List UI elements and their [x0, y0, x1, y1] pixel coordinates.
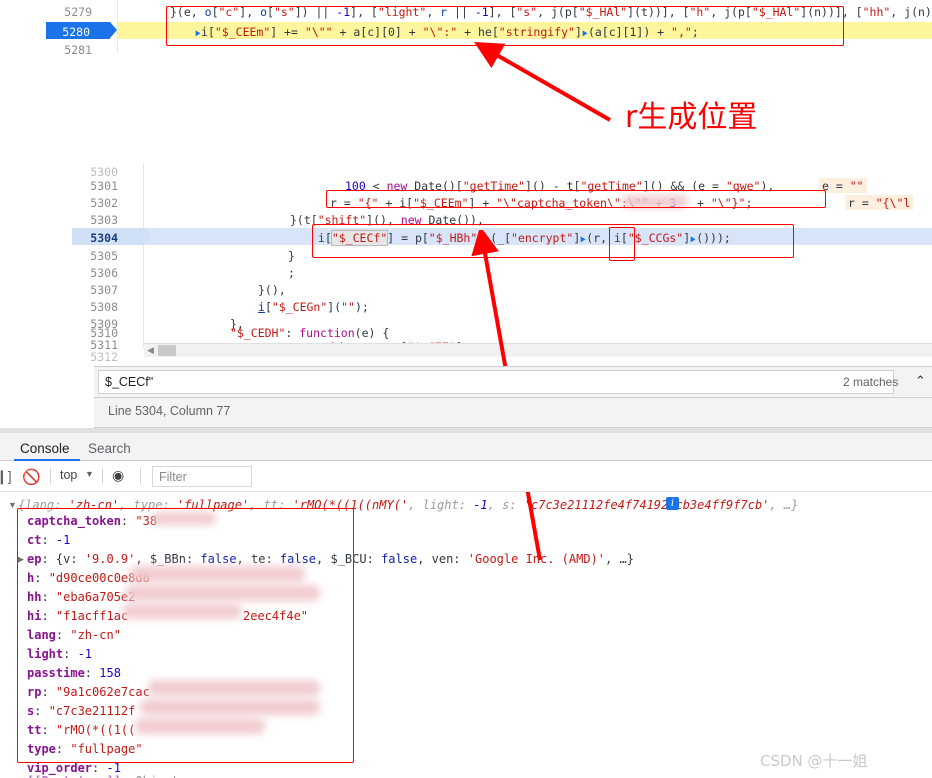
editor-status-bar: Line 5304, Column 77 [94, 398, 932, 428]
sidebar-toggle-icon[interactable]: ❙] [0, 468, 12, 485]
devtools-screenshot: 5279 }(e, o["c"], o["s"]) || -1], ["ligh… [0, 0, 932, 778]
console-property-row[interactable]: lang: "zh-cn" [27, 626, 121, 645]
code-line: }(), [258, 283, 286, 297]
code-line-active: ▶i["$_CEEm"] += "\"" + a[c][0] + "\":" +… [195, 24, 699, 41]
console-property-tail: 2eec4f4e" [243, 609, 309, 623]
console-property-row[interactable]: tt: "rMO(*((1(( [27, 721, 135, 740]
search-input[interactable]: $_CECf" [98, 370, 894, 394]
line-number: 5303 [90, 213, 118, 227]
info-icon[interactable]: i [666, 497, 679, 510]
search-match-count: 2 matches [843, 375, 899, 389]
cursor-position-label: Line 5304, Column 77 [108, 404, 231, 418]
redaction-smudge [148, 680, 320, 696]
console-property-row[interactable]: rp: "9a1c062e7cac [27, 683, 150, 702]
line-number: 5306 [90, 266, 118, 280]
console-property-row[interactable]: hh: "eba6a705e2 [27, 588, 135, 607]
watermark: CSDN @十一姐 [760, 752, 868, 770]
console-property-row[interactable]: captcha_token: "38 [27, 512, 157, 531]
redaction-smudge [130, 566, 305, 582]
tab-console[interactable]: Console [20, 441, 70, 456]
console-property-row[interactable]: hi: "f1acff1ac [27, 607, 128, 626]
console-property-row[interactable]: type: "fullpage" [27, 740, 143, 759]
line-number: 5308 [90, 300, 118, 314]
redaction-smudge [125, 585, 320, 601]
gutter-divider-2 [143, 163, 144, 348]
live-expression-eye-icon[interactable]: ◉ [112, 467, 124, 484]
annotation-label-r-generation: r生成位置 [625, 100, 758, 135]
redaction-smudge [135, 718, 265, 734]
filter-input[interactable]: Filter [152, 466, 252, 487]
tab-search[interactable]: Search [88, 441, 131, 456]
line-number-active: 5304 [90, 231, 118, 245]
execution-context-label[interactable]: top [60, 468, 77, 482]
code-line: 100 < new Date()["getTime"]() - t["getTi… [345, 179, 775, 193]
annotation-arrow-top [474, 42, 611, 122]
line-number: 5281 [64, 43, 92, 57]
line-number: 5312 [90, 350, 118, 364]
code-line: ; [288, 266, 295, 280]
console-property-row[interactable]: light: -1 [27, 645, 92, 664]
console-property-row[interactable]: ep: {v: '9.0.9', $_BBn: false, te: false… [27, 550, 634, 569]
line-number: 5279 [64, 5, 92, 19]
redaction-smudge [152, 512, 216, 525]
line-number: 5305 [90, 249, 118, 263]
function-marker-icon-2: ▶ [582, 28, 588, 39]
gutter-divider [117, 0, 118, 52]
console-property-row[interactable]: ct: -1 [27, 531, 70, 550]
chevron-up-icon[interactable]: ⌃ [915, 373, 926, 389]
redaction-smudge [622, 195, 688, 208]
code-line: i["$_CEGn"](""); [258, 300, 369, 314]
line-number-active: 5280 [62, 25, 90, 39]
drawer-tabbar [0, 433, 932, 461]
redaction-smudge [140, 699, 320, 715]
code-line-cont: + "\"}"; [697, 196, 753, 210]
code-line: }(t["shift"](), new Date()), [290, 213, 484, 227]
line-number: 5307 [90, 283, 118, 297]
code-line: } [288, 249, 295, 263]
scrollbar-thumb[interactable] [158, 345, 176, 356]
line-number: 5301 [90, 179, 118, 193]
triangle-down-icon[interactable]: ▼ [8, 500, 17, 510]
execution-line-chip-nub [144, 228, 151, 244]
clear-console-icon[interactable]: 🚫 [22, 468, 41, 486]
console-property-row[interactable]: [[Prototype]]: Object [27, 772, 179, 778]
active-line-chip-nub [110, 22, 117, 38]
console-property-row[interactable]: passtime: 158 [27, 664, 121, 683]
line-number: 5302 [90, 196, 118, 210]
inline-eval-chip: e = "" [819, 178, 867, 193]
console-property-row[interactable]: s: "c7c3e21112f [27, 702, 135, 721]
toolbar-separator-3 [140, 468, 141, 484]
triangle-right-icon[interactable]: ▶ [17, 554, 24, 565]
redaction-smudge [122, 604, 242, 619]
code-line: }(e, o["c"], o["s"]) || -1], ["light", r… [170, 5, 932, 19]
toolbar-separator-2 [102, 468, 103, 484]
chevron-down-icon[interactable]: ▼ [85, 469, 94, 479]
scroll-left-arrow-icon[interactable]: ◀ [147, 345, 154, 356]
toolbar-separator [50, 468, 51, 484]
function-marker-icon: ▶ [195, 28, 201, 39]
inline-eval-chip-2: r = "{\"l [845, 195, 914, 210]
